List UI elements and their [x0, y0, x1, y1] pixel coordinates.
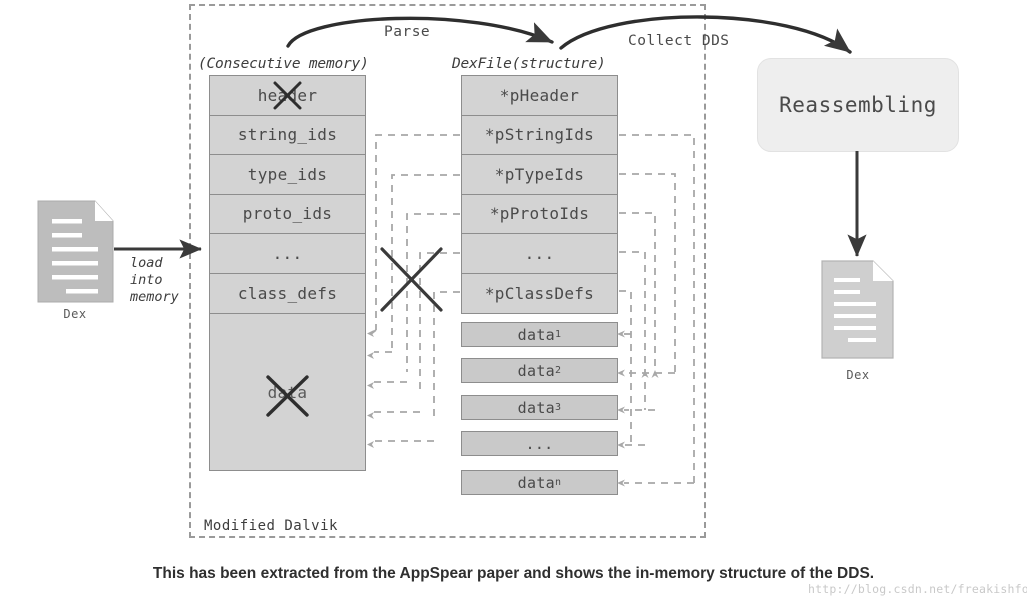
output-dex-file-icon	[821, 260, 894, 359]
dexfile-row-ptypeids: *pTypeIds	[462, 155, 617, 195]
input-dex-label: Dex	[63, 307, 87, 321]
memory-data-region: data	[209, 313, 366, 471]
diagram-canvas: Modified Dalvik (Consecutive memory) Dex…	[0, 0, 1027, 606]
collect-dds-label: Collect DDS	[628, 33, 730, 49]
memory-row-header: header	[210, 76, 365, 116]
memory-row-string-ids: string_ids	[210, 115, 365, 155]
figure-caption: This has been extracted from the AppSpea…	[152, 565, 875, 582]
parse-label: Parse	[384, 24, 431, 40]
dexfile-structure-table: *pHeader *pStringIds *pTypeIds *pProtoId…	[461, 75, 618, 314]
watermark: http://blog.csdn.net/freakishfox	[808, 582, 1027, 596]
data-block: ...	[461, 431, 618, 456]
consecutive-memory-table: header string_ids type_ids proto_ids ...…	[209, 75, 366, 314]
data-block-base: data	[517, 473, 555, 492]
data-block: data 2	[461, 358, 618, 383]
data-block-base: data	[517, 325, 555, 344]
dexfile-row-pstringids: *pStringIds	[462, 115, 617, 155]
dexfile-row-ellipsis: ...	[462, 234, 617, 274]
modified-dalvik-label: Modified Dalvik	[204, 518, 338, 534]
dexfile-row-pheader: *pHeader	[462, 76, 617, 116]
input-dex-file-icon	[37, 200, 114, 303]
memory-row-type-ids: type_ids	[210, 155, 365, 195]
output-dex-label: Dex	[846, 368, 870, 382]
memory-row-class-defs: class_defs	[210, 273, 365, 313]
data-block: data n	[461, 470, 618, 495]
data-block-base: ...	[525, 434, 554, 453]
memory-row-proto-ids: proto_ids	[210, 194, 365, 234]
data-block: data 3	[461, 395, 618, 420]
data-block: data 1	[461, 322, 618, 347]
dexfile-row-pprotoids: *pProtoIds	[462, 194, 617, 234]
data-block-base: data	[517, 361, 555, 380]
load-into-memory-label: load into memory	[130, 255, 179, 305]
dexfile-row-pclassdefs: *pClassDefs	[462, 273, 617, 313]
dexfile-structure-caption: DexFile(structure)	[452, 56, 606, 72]
data-block-base: data	[517, 398, 555, 417]
reassembling-box: Reassembling	[757, 58, 959, 152]
memory-row-ellipsis: ...	[210, 234, 365, 274]
consecutive-memory-caption: (Consecutive memory)	[198, 56, 369, 72]
